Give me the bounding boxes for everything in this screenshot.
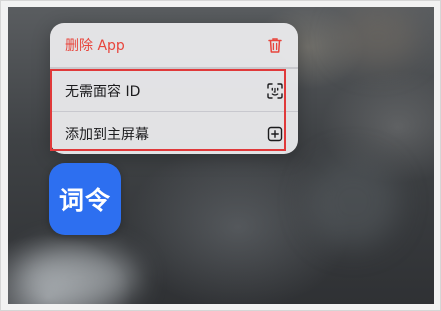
add-to-home-screen-label: 添加到主屏幕 bbox=[65, 126, 149, 143]
background-blur bbox=[308, 157, 398, 247]
plus-square-icon bbox=[266, 125, 284, 143]
add-to-home-screen-menu-item[interactable]: 添加到主屏幕 bbox=[50, 112, 298, 154]
face-id-icon bbox=[266, 82, 284, 100]
background-blur bbox=[18, 247, 138, 304]
app-icon-text: 词令 bbox=[58, 186, 111, 215]
app-context-menu: 删除 App 无需面容 ID 添加到主屏幕 bbox=[50, 23, 298, 154]
delete-app-menu-item[interactable]: 删除 App bbox=[50, 23, 298, 67]
home-screen-background: 删除 App 无需面容 ID 添加到主屏幕 词令 bbox=[8, 7, 434, 304]
delete-app-label: 删除 App bbox=[65, 38, 125, 54]
trash-icon bbox=[266, 36, 284, 54]
background-blur bbox=[338, 7, 418, 67]
ciling-app-icon[interactable]: 词令 bbox=[49, 163, 121, 235]
no-face-id-menu-item[interactable]: 无需面容 ID bbox=[50, 69, 298, 112]
screenshot-frame: 删除 App 无需面容 ID 添加到主屏幕 词令 bbox=[0, 0, 441, 311]
no-face-id-label: 无需面容 ID bbox=[65, 83, 141, 100]
